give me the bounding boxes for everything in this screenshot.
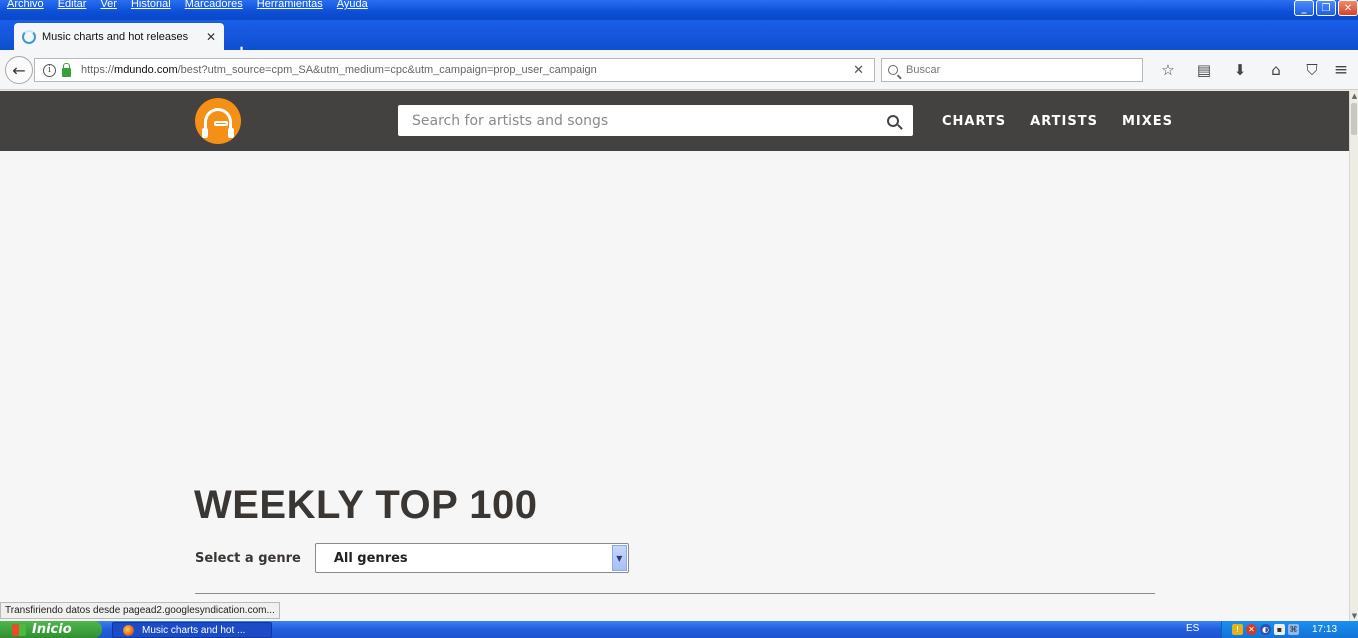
browser-search-bar[interactable]: Buscar bbox=[881, 58, 1143, 82]
minimize-button[interactable]: _ bbox=[1294, 0, 1314, 16]
firefox-icon bbox=[123, 624, 134, 636]
hamburger-menu-icon[interactable]: ≡ bbox=[1328, 60, 1354, 80]
site-nav: CHARTS ARTISTS MIXES bbox=[942, 91, 1173, 151]
menu-herramientas[interactable]: Herramientas bbox=[250, 0, 330, 11]
start-button[interactable]: Inicio bbox=[0, 621, 102, 638]
reading-list-icon[interactable]: ▤ bbox=[1186, 60, 1222, 80]
clear-url-icon[interactable]: ✕ bbox=[843, 63, 874, 78]
browser-search-placeholder: Buscar bbox=[906, 64, 941, 76]
taskbar: Inicio Music charts and hot ... ES ! ✕ ◐… bbox=[0, 621, 1358, 638]
url-text[interactable]: https://mdundo.com/best?utm_source=cpm_S… bbox=[81, 64, 843, 76]
toolbar-icons: ☆ ▤ ⬇ ⌂ ⛉ bbox=[1150, 60, 1330, 80]
security-shield-icon[interactable]: ! bbox=[1232, 624, 1243, 635]
genre-selected-value: All genres bbox=[333, 550, 408, 566]
content-divider bbox=[195, 593, 1155, 594]
menu-marcadores[interactable]: Marcadores bbox=[178, 0, 250, 11]
pocket-icon[interactable]: ⛉ bbox=[1294, 60, 1330, 80]
tab-close-icon[interactable]: ✕ bbox=[206, 30, 216, 44]
url-host: mdundo.com bbox=[114, 64, 178, 76]
search-icon[interactable] bbox=[887, 114, 899, 127]
window-controls: _ ❐ ✕ bbox=[1294, 0, 1358, 16]
start-label: Inicio bbox=[32, 622, 72, 637]
close-window-button[interactable]: ✕ bbox=[1338, 0, 1358, 16]
chevron-down-icon[interactable]: ▼ bbox=[611, 545, 627, 571]
loading-spinner-icon bbox=[22, 29, 36, 44]
menu-historial[interactable]: Historial bbox=[124, 0, 178, 11]
menu-bar: Archivo Editar Ver Historial Marcadores … bbox=[0, 0, 375, 11]
update-tray-icon[interactable]: ▪ bbox=[1274, 624, 1285, 635]
site-info-icon[interactable]: i bbox=[43, 63, 56, 77]
system-tray: ! ✕ ◐ ▪ ⌘ 17:13 bbox=[1221, 621, 1358, 638]
url-bar[interactable]: i https://mdundo.com/best?utm_source=cpm… bbox=[34, 58, 875, 82]
tab-music-charts[interactable]: Music charts and hot releases ✕ bbox=[14, 23, 224, 50]
language-indicator[interactable]: ES bbox=[1186, 623, 1199, 634]
scroll-down-icon[interactable]: ▼ bbox=[1350, 611, 1358, 621]
search-icon bbox=[888, 65, 898, 75]
nav-mixes[interactable]: MIXES bbox=[1122, 114, 1173, 129]
genre-label: Select a genre bbox=[195, 550, 301, 566]
secure-lock-icon bbox=[62, 62, 71, 77]
status-bar: Transfiriendo datos desde pagead2.google… bbox=[0, 602, 280, 619]
headphones-icon bbox=[202, 108, 234, 138]
downloads-icon[interactable]: ⬇ bbox=[1222, 60, 1258, 80]
nav-charts[interactable]: CHARTS bbox=[942, 114, 1006, 129]
menu-archivo[interactable]: Archivo bbox=[0, 0, 51, 11]
ad-placeholder bbox=[0, 151, 1349, 471]
navigation-toolbar: ← i https://mdundo.com/best?utm_source=c… bbox=[0, 50, 1358, 90]
url-prefix: https:// bbox=[81, 64, 115, 76]
antivirus-icon[interactable]: ✕ bbox=[1246, 624, 1257, 635]
page-title: WEEKLY TOP 100 bbox=[194, 483, 538, 527]
site-search-box bbox=[398, 105, 913, 136]
scroll-up-icon[interactable]: ▲ bbox=[1350, 91, 1358, 101]
network-icon[interactable]: ⌘ bbox=[1288, 624, 1299, 635]
home-icon[interactable]: ⌂ bbox=[1258, 60, 1294, 80]
tab-title: Music charts and hot releases bbox=[42, 30, 189, 43]
glasses-icon bbox=[214, 121, 228, 126]
scroll-thumb[interactable] bbox=[1351, 103, 1357, 135]
genre-filter: Select a genre All genres ▼ bbox=[195, 543, 629, 573]
page-scrollbar[interactable]: ▲ ▼ bbox=[1349, 91, 1358, 621]
firefox-window: Archivo Editar Ver Historial Marcadores … bbox=[0, 0, 1358, 638]
back-button[interactable]: ← bbox=[5, 56, 33, 84]
genre-select[interactable]: All genres ▼ bbox=[314, 543, 629, 573]
page-viewport: CHARTS ARTISTS MIXES WEEKLY TOP 100 Sele… bbox=[0, 91, 1349, 621]
site-search-input[interactable] bbox=[412, 112, 887, 129]
menu-ayuda[interactable]: Ayuda bbox=[330, 0, 375, 11]
title-bar: Archivo Editar Ver Historial Marcadores … bbox=[0, 0, 1358, 20]
taskbar-firefox-label: Music charts and hot ... bbox=[142, 624, 246, 636]
site-header: CHARTS ARTISTS MIXES bbox=[0, 91, 1349, 151]
url-path: /best?utm_source=cpm_SA&utm_medium=cpc&u… bbox=[177, 64, 597, 76]
nav-artists[interactable]: ARTISTS bbox=[1030, 114, 1098, 129]
app-tray-icon[interactable]: ◐ bbox=[1260, 624, 1271, 635]
maximize-button[interactable]: ❐ bbox=[1316, 0, 1336, 16]
menu-ver[interactable]: Ver bbox=[93, 0, 124, 11]
taskbar-firefox-button[interactable]: Music charts and hot ... bbox=[112, 622, 272, 638]
bookmark-star-icon[interactable]: ☆ bbox=[1150, 60, 1186, 80]
mdundo-logo[interactable] bbox=[195, 98, 241, 144]
menu-editar[interactable]: Editar bbox=[51, 0, 94, 11]
tab-strip: Music charts and hot releases ✕ + bbox=[0, 20, 1358, 62]
clock: 17:13 bbox=[1312, 624, 1338, 635]
windows-flag-icon bbox=[12, 623, 26, 636]
